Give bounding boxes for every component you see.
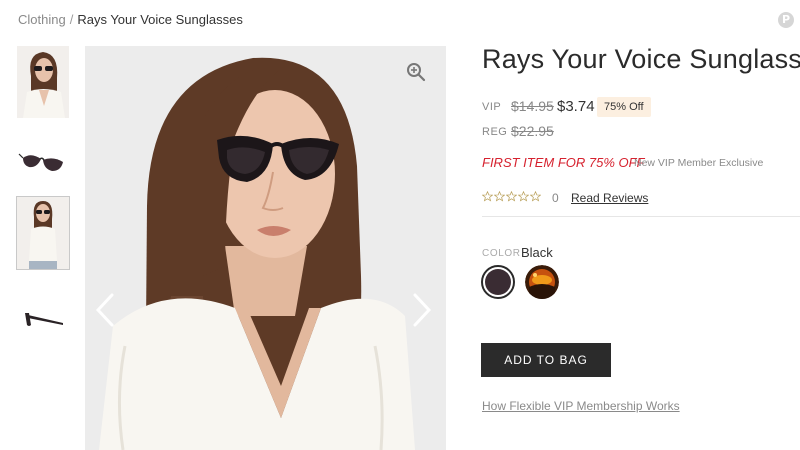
breadcrumb: Clothing / Rays Your Voice Sunglasses bbox=[18, 12, 243, 27]
reg-original-price: $22.95 bbox=[511, 123, 554, 139]
add-to-bag-button[interactable]: ADD TO BAG bbox=[481, 343, 611, 377]
star-rating bbox=[482, 191, 541, 202]
divider bbox=[482, 216, 800, 217]
promo-text: FIRST ITEM FOR 75% OFF bbox=[482, 155, 645, 170]
product-title: Rays Your Voice Sunglasses bbox=[482, 44, 800, 74]
thumb-sunglasses-angle[interactable] bbox=[17, 122, 69, 194]
breadcrumb-current: Rays Your Voice Sunglasses bbox=[77, 12, 243, 27]
thumb-model-front[interactable] bbox=[17, 46, 69, 118]
zoom-in-icon[interactable] bbox=[406, 62, 426, 82]
thumb-sunglasses-side[interactable] bbox=[17, 273, 69, 345]
swatch-tortoise[interactable] bbox=[525, 265, 559, 299]
review-count: 0 bbox=[552, 191, 559, 205]
selected-color: Black bbox=[521, 245, 553, 260]
thumb-model-full[interactable] bbox=[16, 196, 70, 270]
pinterest-icon[interactable]: P bbox=[778, 12, 794, 28]
vip-sale-price: $3.74 bbox=[557, 98, 595, 115]
vip-membership-link[interactable]: How Flexible VIP Membership Works bbox=[482, 399, 680, 413]
model-wearing-sunglasses-photo bbox=[85, 46, 446, 450]
star-empty-icon bbox=[482, 191, 493, 202]
read-reviews-link[interactable]: Read Reviews bbox=[571, 191, 648, 205]
star-empty-icon bbox=[518, 191, 529, 202]
star-empty-icon bbox=[494, 191, 505, 202]
breadcrumb-separator: / bbox=[69, 12, 74, 27]
main-product-image bbox=[85, 46, 446, 450]
vip-original-price: $14.95 bbox=[511, 98, 554, 114]
promo-note: New VIP Member Exclusive bbox=[634, 157, 764, 169]
reg-label: REG bbox=[482, 126, 508, 138]
star-empty-icon bbox=[530, 191, 541, 202]
star-empty-icon bbox=[506, 191, 517, 202]
discount-badge: 75% Off bbox=[597, 97, 651, 117]
chevron-right-icon[interactable] bbox=[410, 292, 434, 328]
swatch-black[interactable] bbox=[481, 265, 515, 299]
color-label: COLOR bbox=[482, 248, 521, 259]
breadcrumb-parent-link[interactable]: Clothing bbox=[18, 12, 66, 27]
vip-label: VIP bbox=[482, 101, 502, 113]
chevron-left-icon[interactable] bbox=[93, 292, 117, 328]
